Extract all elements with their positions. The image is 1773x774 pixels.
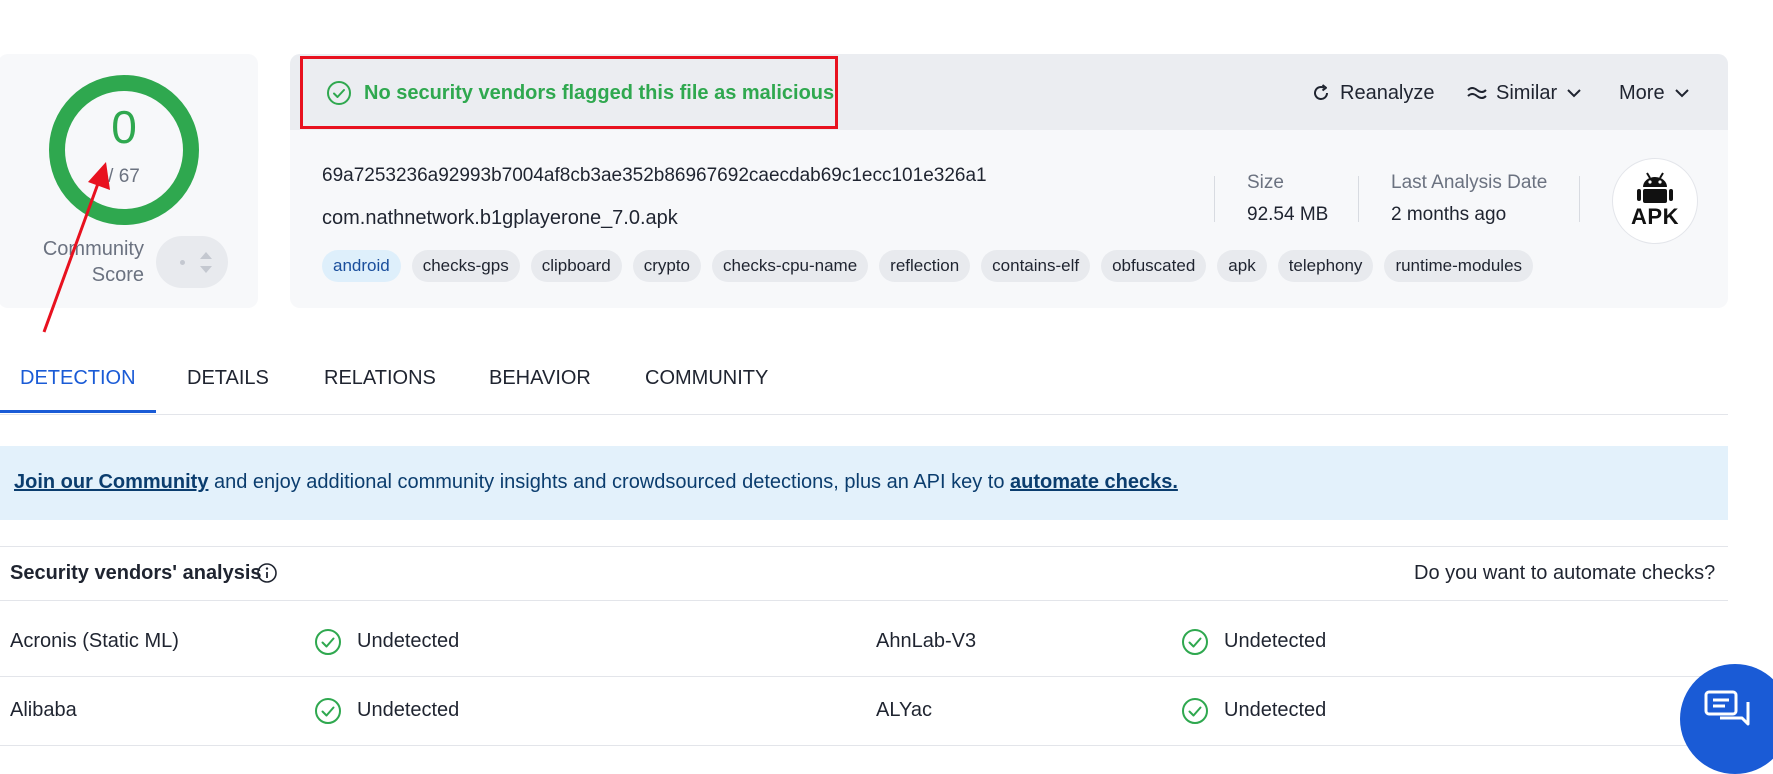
similar-label: Similar <box>1496 82 1558 104</box>
chevron-down-icon <box>1674 89 1689 98</box>
tag-chip[interactable]: contains-elf <box>981 250 1091 282</box>
tab-bar: DETECTION DETAILS RELATIONS BEHAVIOR COM… <box>0 360 1728 415</box>
join-community-link[interactable]: Join our Community <box>14 471 208 493</box>
check-circle-icon <box>315 698 341 724</box>
check-circle-icon <box>1182 629 1208 655</box>
chevron-down-icon <box>1567 89 1581 98</box>
vendor-name: Alibaba <box>10 699 77 721</box>
vendor-name: Acronis (Static ML) <box>10 630 179 652</box>
detection-count: 0 <box>111 101 137 153</box>
file-name: com.nathnetwork.b1gplayerone_7.0.apk <box>322 207 678 229</box>
reanalyze-button[interactable]: Reanalyze <box>1310 80 1435 106</box>
tag-chip[interactable]: checks-gps <box>411 250 520 282</box>
vendor-name: AhnLab-V3 <box>876 630 977 652</box>
refresh-icon <box>1314 84 1328 100</box>
info-icon[interactable] <box>256 562 278 584</box>
tab-details[interactable]: DETAILS <box>187 360 269 396</box>
check-circle-icon <box>315 629 341 655</box>
more-label: More <box>1619 82 1665 104</box>
tag-chip[interactable]: crypto <box>632 250 701 282</box>
vendor-status: Undetected <box>1224 699 1327 721</box>
vote-down-icon[interactable] <box>200 266 212 273</box>
annotation-arrow-icon <box>42 162 110 333</box>
last-analysis-value: 2 months ago <box>1391 204 1507 225</box>
tag-chip[interactable]: obfuscated <box>1101 250 1207 282</box>
file-type-label: APK <box>1631 204 1679 229</box>
table-row: Acronis (Static ML) Undetected AhnLab-V3… <box>0 608 1728 677</box>
more-dropdown[interactable]: More <box>1619 80 1691 106</box>
vendors-title: Security vendors' analysis <box>10 562 262 584</box>
tag-chip[interactable]: apk <box>1217 250 1267 282</box>
chat-icon <box>1704 690 1750 726</box>
vendor-name: ALYac <box>876 699 932 721</box>
dot-icon <box>180 260 185 265</box>
file-type-badge: APK <box>1612 158 1698 244</box>
last-analysis-label: Last Analysis Date <box>1391 172 1548 193</box>
tag-chip[interactable]: telephony <box>1277 250 1374 282</box>
android-icon <box>1637 172 1673 203</box>
check-circle-icon <box>1182 698 1208 724</box>
file-hash[interactable]: 69a7253236a92993b7004af8cb3ae352b8696769… <box>322 165 987 187</box>
size-value: 92.54 MB <box>1247 204 1329 225</box>
tag-chip[interactable]: reflection <box>879 250 971 282</box>
divider <box>1579 176 1580 222</box>
tab-community[interactable]: COMMUNITY <box>645 360 768 396</box>
tag-chip[interactable]: clipboard <box>530 250 622 282</box>
tab-detection[interactable]: DETECTION <box>20 360 136 396</box>
tag-chip[interactable]: checks-cpu-name <box>712 250 869 282</box>
vendor-status: Undetected <box>1224 630 1327 652</box>
vendor-status: Undetected <box>357 630 460 652</box>
active-tab-indicator <box>0 410 156 413</box>
similar-icon <box>1467 87 1487 99</box>
vendor-status: Undetected <box>357 699 460 721</box>
community-banner-text: Join our Community and enjoy additional … <box>14 471 1178 494</box>
community-vote-toggle[interactable] <box>156 236 228 288</box>
reanalyze-label: Reanalyze <box>1340 82 1435 104</box>
size-label: Size <box>1247 172 1284 193</box>
automate-checks-prompt[interactable]: Do you want to automate checks? <box>1414 562 1715 585</box>
divider <box>1358 176 1359 222</box>
chat-support-button[interactable] <box>1680 664 1773 774</box>
tag-list: android checks-gps clipboard crypto checks-c… <box>322 250 1534 282</box>
tab-relations[interactable]: RELATIONS <box>324 360 436 396</box>
divider <box>1214 176 1215 222</box>
automate-checks-link[interactable]: automate checks. <box>1010 471 1178 493</box>
tag-chip[interactable]: android <box>322 250 401 282</box>
check-circle-icon <box>327 81 351 105</box>
vote-up-icon[interactable] <box>200 252 212 259</box>
verdict-message: No security vendors flagged this file as… <box>364 82 835 104</box>
community-banner-body: and enjoy additional community insights … <box>208 471 1011 493</box>
tab-behavior[interactable]: BEHAVIOR <box>489 360 591 396</box>
similar-dropdown[interactable]: Similar <box>1466 80 1583 106</box>
tag-chip[interactable]: runtime-modules <box>1384 250 1534 282</box>
